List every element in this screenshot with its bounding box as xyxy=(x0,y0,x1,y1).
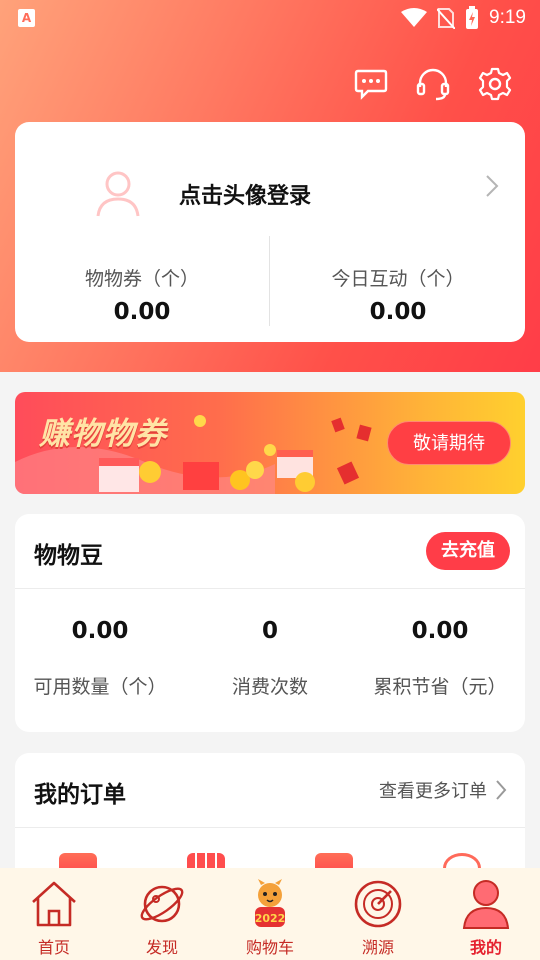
stat-value: 0 xyxy=(261,618,278,644)
nav-discover[interactable]: 发现 xyxy=(108,868,216,960)
nav-home[interactable]: 首页 xyxy=(0,868,108,960)
banner-title: 赚物物券 xyxy=(39,416,167,452)
stat-value: 0.00 xyxy=(71,618,129,644)
coupon-stat[interactable]: 物物券（个） 0.00 xyxy=(15,264,269,325)
top-actions xyxy=(354,66,512,102)
nav-label: 购物车 xyxy=(245,938,294,957)
radar-icon xyxy=(351,878,405,930)
wifi-icon xyxy=(401,8,428,27)
user-icon xyxy=(459,878,513,930)
home-icon xyxy=(27,878,81,930)
stat-label: 累积节省（元） xyxy=(373,676,507,698)
clock: 9:19 xyxy=(489,7,526,28)
section-title: 物物豆 xyxy=(34,543,103,569)
nav-label: 发现 xyxy=(145,938,178,957)
nav-trace[interactable]: 溯源 xyxy=(324,868,432,960)
stat-label: 今日互动（个） xyxy=(331,268,465,290)
view-more-orders-link[interactable]: 查看更多订单 xyxy=(379,777,507,803)
interaction-stat[interactable]: 今日互动（个） 0.00 xyxy=(271,264,525,325)
nav-label: 首页 xyxy=(37,938,70,957)
avatar[interactable] xyxy=(95,166,141,218)
divider xyxy=(269,236,270,326)
status-bar: A 9:19 xyxy=(0,0,540,36)
tiger-2022-icon: 2022 xyxy=(243,878,297,930)
nav-label: 溯源 xyxy=(361,938,394,957)
login-prompt[interactable]: 点击头像登录 xyxy=(179,178,311,210)
stat-label: 物物券（个） xyxy=(84,268,199,290)
divider xyxy=(15,827,525,828)
profile-card: 点击头像登录 物物券（个） 0.00 今日互动（个） 0.00 xyxy=(15,122,525,342)
nav-cart[interactable]: 2022 购物车 xyxy=(216,868,324,960)
stat-value: 0.00 xyxy=(113,299,171,325)
coming-soon-button[interactable]: 敬请期待 xyxy=(387,421,511,465)
stat-label: 消费次数 xyxy=(231,676,308,698)
view-more-label: 查看更多订单 xyxy=(379,781,487,802)
bottom-nav: 首页 发现 2022 购物车 溯源 我的 xyxy=(0,868,540,960)
stat-value: 0.00 xyxy=(369,299,427,325)
stat-label: 可用数量（个） xyxy=(33,676,167,698)
nav-mine[interactable]: 我的 xyxy=(432,868,540,960)
beans-card: 物物豆 去充值 0.00 可用数量（个） 0 消费次数 0.00 累积节省（元） xyxy=(15,514,525,732)
nav-label: 我的 xyxy=(469,938,502,957)
battery-charging-icon xyxy=(466,6,479,29)
gear-icon[interactable] xyxy=(478,66,512,102)
section-title: 我的订单 xyxy=(34,782,126,808)
chevron-right-icon xyxy=(496,780,507,800)
planet-icon xyxy=(135,878,189,930)
app-notification-icon: A xyxy=(18,9,35,27)
stat-value: 0.00 xyxy=(411,618,469,644)
chevron-right-icon[interactable] xyxy=(485,174,499,202)
divider xyxy=(15,588,525,589)
spend-count-stat[interactable]: 0 消费次数 xyxy=(185,618,355,699)
svg-text:2022: 2022 xyxy=(255,912,286,925)
available-count-stat[interactable]: 0.00 可用数量（个） xyxy=(15,618,185,699)
earn-coupon-banner[interactable]: 赚物物券 敬请期待 xyxy=(15,392,525,494)
no-sim-icon xyxy=(437,8,456,29)
headset-icon[interactable] xyxy=(416,66,450,102)
message-icon[interactable] xyxy=(354,66,388,102)
total-saved-stat[interactable]: 0.00 累积节省（元） xyxy=(355,618,525,699)
recharge-button[interactable]: 去充值 xyxy=(426,532,510,570)
